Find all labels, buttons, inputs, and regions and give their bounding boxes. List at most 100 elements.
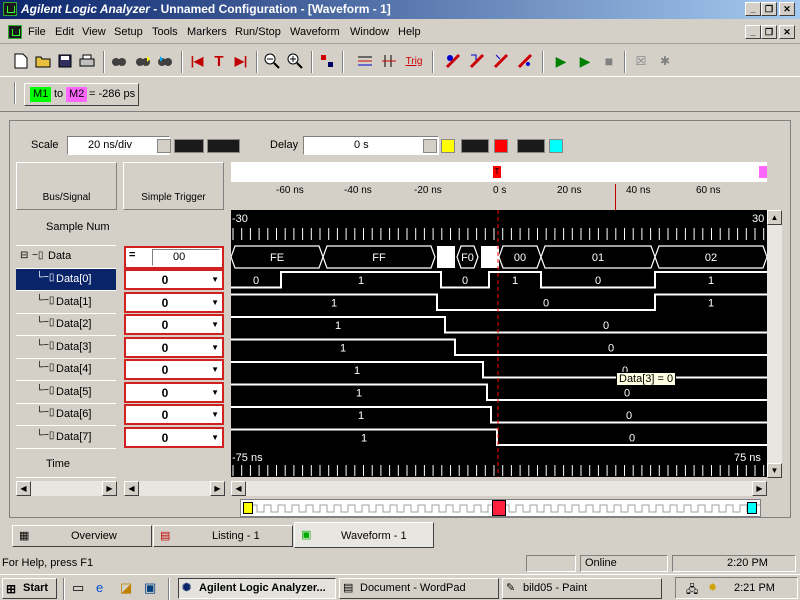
tab-listing[interactable]: ▤ Listing - 1 bbox=[153, 525, 293, 547]
run-repetitive-icon[interactable]: ▶ bbox=[576, 52, 594, 70]
bus-signal-header[interactable]: Bus/Signal bbox=[16, 162, 117, 210]
new-icon[interactable] bbox=[12, 52, 30, 70]
scroll-right-arrow-icon[interactable]: ▶ bbox=[210, 481, 225, 496]
trigger-marker-flag[interactable]: T bbox=[493, 166, 501, 178]
signal-trigger-select[interactable]: 0 ▼ bbox=[124, 382, 224, 403]
taskbar-item-wordpad[interactable]: ▤ Document - WordPad bbox=[339, 578, 499, 599]
start-button[interactable]: ⊞ Start bbox=[2, 578, 57, 599]
menu-edit[interactable]: Edit bbox=[55, 26, 74, 38]
overview-begin-icon[interactable] bbox=[243, 502, 253, 514]
doc-minimize-button[interactable]: _ bbox=[745, 25, 761, 39]
zoom-out-icon[interactable] bbox=[263, 52, 281, 70]
tray-app-icon[interactable]: ✸ bbox=[708, 581, 717, 594]
menu-markers[interactable]: Markers bbox=[187, 26, 227, 38]
browser-icon[interactable]: e bbox=[96, 580, 103, 595]
tab-overview[interactable]: ▦ Overview bbox=[12, 525, 152, 547]
menu-window[interactable]: Window bbox=[350, 26, 389, 38]
signal-row-label[interactable]: └−▯ Data[1] bbox=[16, 292, 116, 314]
insert-bus-icon[interactable] bbox=[356, 52, 374, 70]
column-splitter[interactable] bbox=[224, 162, 231, 517]
signal-row-label[interactable]: └−▯ Data[0] bbox=[16, 269, 116, 291]
stop-icon[interactable]: ■ bbox=[600, 52, 618, 70]
signal-trigger-select[interactable]: 0 ▼ bbox=[124, 314, 224, 335]
scroll-right-arrow-icon[interactable]: ▶ bbox=[752, 481, 767, 496]
disconnect-icon[interactable]: ☒ bbox=[632, 52, 650, 70]
dropdown-arrow-icon[interactable]: ▼ bbox=[211, 275, 219, 284]
column-splitter[interactable] bbox=[117, 162, 123, 517]
time-overview-navigator[interactable] bbox=[240, 499, 761, 517]
menu-run-stop[interactable]: Run/Stop bbox=[235, 26, 281, 38]
signal-row-label[interactable]: └−▯ Data[5] bbox=[16, 382, 116, 404]
doc-restore-button[interactable]: ❐ bbox=[761, 25, 777, 39]
menu-setup[interactable]: Setup bbox=[114, 26, 143, 38]
scroll-left-arrow-icon[interactable]: ◀ bbox=[16, 481, 31, 496]
find-prev-icon[interactable] bbox=[156, 52, 174, 70]
find-next-icon[interactable] bbox=[134, 52, 152, 70]
dropdown-arrow-icon[interactable]: ▼ bbox=[211, 320, 219, 329]
signal-trigger-select[interactable]: 0 ▼ bbox=[124, 404, 224, 425]
goto-trigger-icon[interactable]: T bbox=[210, 52, 228, 70]
signal-trigger-select[interactable]: 0 ▼ bbox=[124, 427, 224, 448]
dropdown-arrow-icon[interactable]: ▼ bbox=[211, 388, 219, 397]
group-icon[interactable] bbox=[318, 52, 336, 70]
menu-waveform[interactable]: Waveform bbox=[290, 26, 340, 38]
zoom-in-icon[interactable] bbox=[286, 52, 304, 70]
goto-begin-icon[interactable]: |◀ bbox=[188, 52, 206, 70]
network-icon[interactable]: 🖧 bbox=[686, 581, 698, 600]
menu-file[interactable]: File bbox=[28, 26, 46, 38]
explorer-icon[interactable]: ◪ bbox=[120, 580, 132, 596]
bus-row-data[interactable]: ⊟ −▯ Data bbox=[16, 246, 116, 269]
dropdown-arrow-icon[interactable]: ▼ bbox=[211, 410, 219, 419]
scroll-right-arrow-icon[interactable]: ▶ bbox=[102, 481, 117, 496]
trigger-settings-icon[interactable]: Trig bbox=[404, 52, 424, 70]
waveform-horizontal-scrollbar[interactable]: ◀ ▶ bbox=[231, 481, 767, 496]
scroll-left-arrow-icon[interactable]: ◀ bbox=[124, 481, 139, 496]
signal-row-label[interactable]: └−▯ Data[2] bbox=[16, 314, 116, 336]
bus-trigger-operator[interactable]: = bbox=[129, 249, 135, 261]
bus-trigger-editor[interactable]: = 00 bbox=[124, 246, 224, 269]
save-icon[interactable] bbox=[56, 52, 74, 70]
names-horizontal-scrollbar[interactable]: ◀ ▶ bbox=[16, 481, 117, 496]
menu-help[interactable]: Help bbox=[398, 26, 421, 38]
signal-trigger-select[interactable]: 0 ▼ bbox=[124, 292, 224, 313]
delay-field[interactable]: 0 s bbox=[303, 136, 439, 155]
menu-tools[interactable]: Tools bbox=[152, 26, 178, 38]
time-ruler[interactable]: -60 ns -40 ns -20 ns 0 s 20 ns 40 ns 60 … bbox=[231, 162, 767, 210]
overview-end-icon[interactable] bbox=[747, 502, 757, 514]
signal-row-label[interactable]: └−▯ Data[7] bbox=[16, 427, 116, 449]
vertical-scrollbar[interactable]: ▲ ▼ bbox=[767, 210, 782, 478]
print-icon[interactable] bbox=[78, 52, 96, 70]
app-icon[interactable] bbox=[3, 2, 17, 16]
delay-end-icon[interactable] bbox=[549, 139, 563, 153]
doc-close-button[interactable]: ✕ bbox=[779, 25, 795, 39]
dropdown-arrow-icon[interactable]: ▼ bbox=[211, 365, 219, 374]
delay-next-icon[interactable] bbox=[517, 139, 545, 153]
marker-options-icon[interactable] bbox=[516, 52, 534, 70]
marker-prev-icon[interactable] bbox=[492, 52, 510, 70]
open-icon[interactable] bbox=[34, 52, 52, 70]
waveform-display[interactable]: -30 30 FE FF F0 00 01 02 0 1 0 1 0 1 1 0 1 1 0 1 0 1 0 1 0 1 0 1 0 -7… bbox=[231, 210, 767, 477]
scale-calculator-icon[interactable] bbox=[157, 139, 171, 153]
zoom-out-scale-icon[interactable] bbox=[174, 139, 204, 153]
document-icon[interactable] bbox=[8, 25, 22, 39]
close-button[interactable]: ✕ bbox=[779, 2, 795, 16]
scroll-down-arrow-icon[interactable]: ▼ bbox=[767, 463, 782, 478]
delay-prev-icon[interactable] bbox=[461, 139, 489, 153]
run-icon[interactable]: ▶ bbox=[552, 52, 570, 70]
scale-field[interactable]: 20 ns/div bbox=[67, 136, 170, 155]
signal-row-label[interactable]: └−▯ Data[6] bbox=[16, 404, 116, 426]
insert-signal-icon[interactable] bbox=[380, 52, 398, 70]
dropdown-arrow-icon[interactable]: ▼ bbox=[211, 298, 219, 307]
minimize-button[interactable]: _ bbox=[745, 2, 761, 16]
delay-begin-icon[interactable] bbox=[441, 139, 455, 153]
scroll-left-arrow-icon[interactable]: ◀ bbox=[231, 481, 246, 496]
tab-waveform[interactable]: ▣ Waveform - 1 bbox=[294, 522, 434, 548]
zoom-in-scale-icon[interactable] bbox=[207, 139, 240, 153]
m2-marker-flag[interactable] bbox=[759, 166, 767, 178]
desktop-icon[interactable]: ▭ bbox=[72, 580, 84, 596]
dropdown-arrow-icon[interactable]: ▼ bbox=[211, 433, 219, 442]
signal-trigger-select[interactable]: 0 ▼ bbox=[124, 269, 224, 290]
delay-trigger-icon[interactable] bbox=[494, 139, 508, 153]
signal-trigger-select[interactable]: 0 ▼ bbox=[124, 337, 224, 358]
taskbar-item-paint[interactable]: ✎ bild05 - Paint bbox=[502, 578, 662, 599]
